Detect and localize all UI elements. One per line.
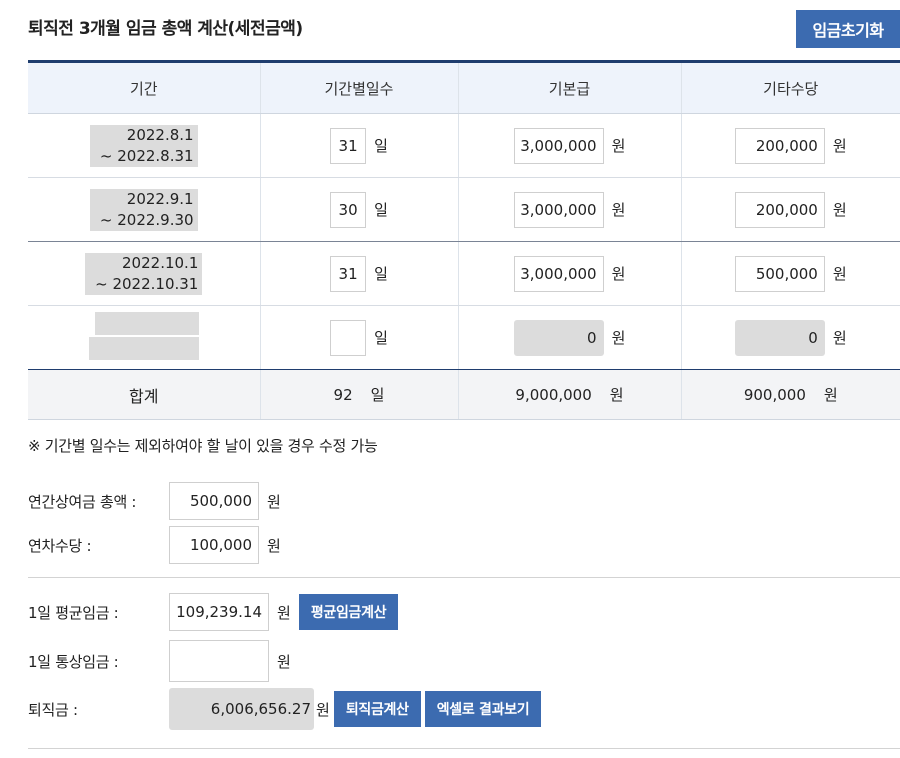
column-header-period: 기간 <box>28 61 261 114</box>
period-range[interactable]: 2022.8.1 ~ 2022.8.31 <box>89 124 198 167</box>
period-range[interactable]: 2022.10.1 ~ 2022.10.31 <box>85 252 203 295</box>
avg-wage-row: 1일 평균임금 : 109,239.14 원 평균임금계산 <box>28 593 399 631</box>
total-other-allowance: 900,000 <box>743 385 806 404</box>
day-unit: 일 <box>374 137 388 155</box>
won-unit: 원 <box>316 700 330 719</box>
total-days: 92 <box>333 385 353 404</box>
page-title: 퇴직전 3개월 임금 총액 계산(세전금액) <box>28 19 303 39</box>
base-pay-input: 0 <box>513 319 604 356</box>
calc-avg-wage-button[interactable]: 평균임금계산 <box>298 594 399 630</box>
table-row: 2022.10.1 ~ 2022.10.31 31 일 3,000,000 원 50… <box>28 241 900 306</box>
severance-label: 퇴직금 : <box>28 700 78 719</box>
bottom-divider <box>28 748 900 749</box>
severance-result: 6,006,656.27 <box>169 688 314 730</box>
period-end: ~ 2022.8.31 <box>89 145 198 167</box>
won-unit: 원 <box>267 492 281 511</box>
period-range[interactable]: 2022.9.1 ~ 2022.9.30 <box>89 188 198 231</box>
won-unit: 원 <box>832 329 847 347</box>
avg-daily-wage-label: 1일 평균임금 : <box>28 603 119 622</box>
calc-severance-button[interactable]: 퇴직금계산 <box>333 691 421 727</box>
won-unit: 원 <box>609 386 624 404</box>
won-unit: 원 <box>823 386 838 404</box>
period-end <box>88 336 199 360</box>
other-allowance-input: 0 <box>734 319 825 356</box>
period-start: 2022.10.1 <box>85 252 203 274</box>
reset-wage-button[interactable]: 임금초기화 <box>796 10 900 48</box>
day-unit: 일 <box>374 265 388 283</box>
table-header-row: 기간 기간별일수 기본급 기타수당 <box>28 61 900 114</box>
other-allowance-input[interactable]: 200,000 <box>734 191 825 228</box>
ordinary-wage-row: 1일 통상임금 : 원 <box>28 640 291 682</box>
table-row: 2022.8.1 ~ 2022.8.31 31 일 3,000,000 원 200,… <box>28 113 900 178</box>
period-start <box>94 311 199 335</box>
day-unit: 일 <box>370 386 385 404</box>
won-unit: 원 <box>611 329 626 347</box>
won-unit: 원 <box>267 536 281 555</box>
header: 퇴직전 3개월 임금 총액 계산(세전금액) 임금초기화 <box>28 0 900 50</box>
won-unit: 원 <box>832 265 847 283</box>
period-start: 2022.8.1 <box>89 124 198 146</box>
won-unit: 원 <box>832 201 847 219</box>
base-pay-input[interactable]: 3,000,000 <box>513 255 604 292</box>
severance-row: 퇴직금 : 6,006,656.27 원 퇴직금계산 엑셀로 결과보기 <box>28 688 542 730</box>
won-unit: 원 <box>611 265 626 283</box>
avg-daily-wage-input[interactable]: 109,239.14 <box>169 593 269 631</box>
won-unit: 원 <box>611 201 626 219</box>
total-row: 합계 92 일 9,000,000 원 900,000 원 <box>28 369 900 420</box>
days-input[interactable]: 31 <box>330 127 367 164</box>
ordinary-daily-wage-label: 1일 통상임금 : <box>28 652 119 671</box>
wage-table: 기간 기간별일수 기본급 기타수당 2022.8.1 ~ 2022.8.31 3… <box>28 60 900 420</box>
day-unit: 일 <box>374 201 388 219</box>
period-start: 2022.9.1 <box>89 188 198 210</box>
table-row: 2022.9.1 ~ 2022.9.30 30 일 3,000,000 원 200,… <box>28 177 900 242</box>
won-unit: 원 <box>611 137 626 155</box>
annual-bonus-row: 연간상여금 총액 : 500,000 원 <box>28 482 281 520</box>
days-input[interactable]: 30 <box>330 191 367 228</box>
annual-bonus-label: 연간상여금 총액 : <box>28 492 137 511</box>
annual-leave-row: 연차수당 : 100,000 원 <box>28 526 281 564</box>
column-header-base-pay: 기본급 <box>458 61 682 114</box>
column-header-other-allowance: 기타수당 <box>681 61 900 114</box>
days-input[interactable] <box>330 319 367 356</box>
period-end: ~ 2022.9.30 <box>89 209 198 231</box>
section-divider <box>28 577 900 578</box>
annual-bonus-input[interactable]: 500,000 <box>169 482 259 520</box>
period-end: ~ 2022.10.31 <box>85 273 203 295</box>
won-unit: 원 <box>277 603 291 622</box>
table-row: 일 0원 0원 <box>28 305 900 370</box>
day-unit: 일 <box>374 329 388 347</box>
edit-note: ※ 기간별 일수는 제외하여야 할 날이 있을 경우 수정 가능 <box>28 437 378 455</box>
annual-leave-input[interactable]: 100,000 <box>169 526 259 564</box>
ordinary-daily-wage-input[interactable] <box>169 640 269 682</box>
other-allowance-input[interactable]: 500,000 <box>734 255 825 292</box>
days-input[interactable]: 31 <box>330 255 367 292</box>
base-pay-input[interactable]: 3,000,000 <box>513 191 604 228</box>
won-unit: 원 <box>832 137 847 155</box>
other-allowance-input[interactable]: 200,000 <box>734 127 825 164</box>
total-label: 합계 <box>28 369 261 420</box>
period-range[interactable] <box>88 311 199 360</box>
excel-result-button[interactable]: 엑셀로 결과보기 <box>424 691 542 727</box>
base-pay-input[interactable]: 3,000,000 <box>513 127 604 164</box>
won-unit: 원 <box>277 652 291 671</box>
annual-leave-label: 연차수당 : <box>28 536 92 555</box>
total-base-pay: 9,000,000 <box>515 385 592 404</box>
column-header-days: 기간별일수 <box>260 61 459 114</box>
